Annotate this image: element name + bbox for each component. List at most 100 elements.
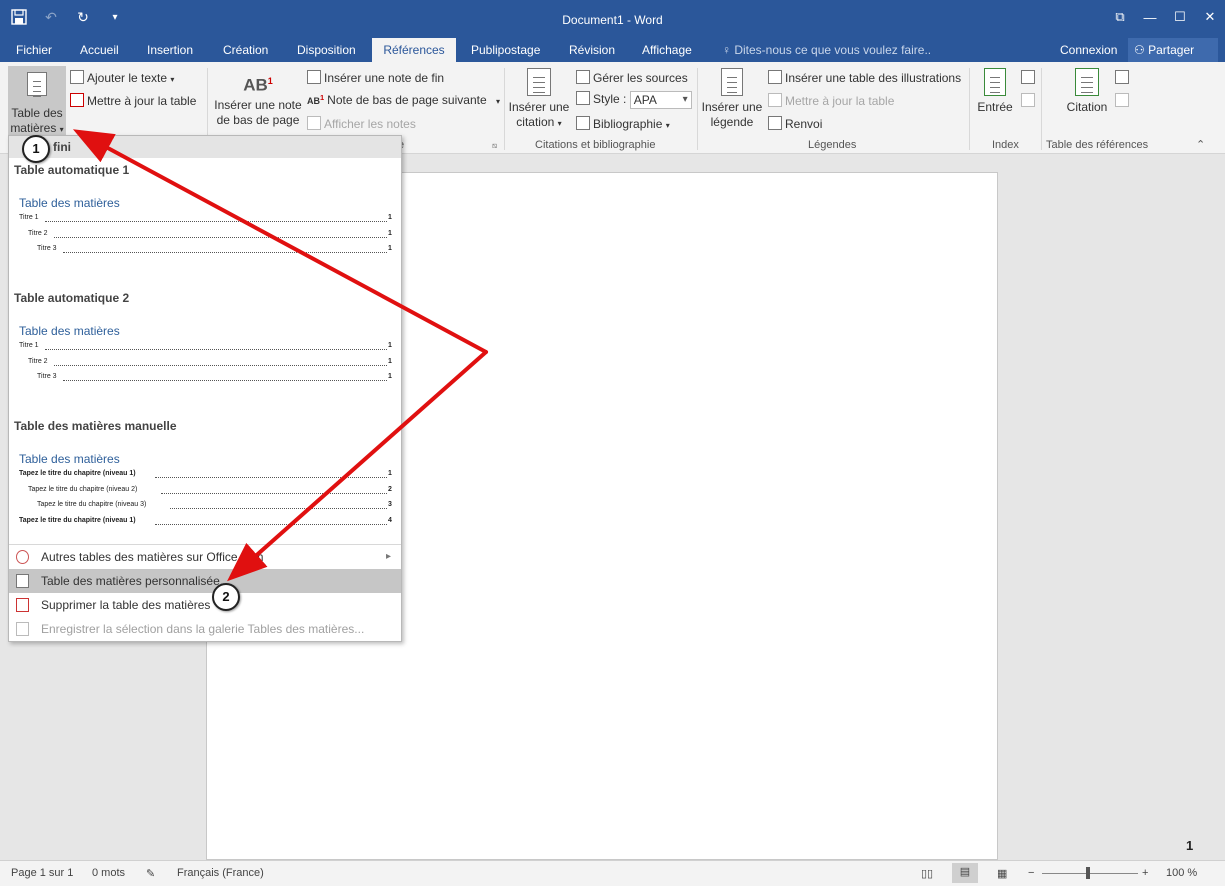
share-button[interactable]: ⚇ Partager [1128,38,1218,62]
page-indicator[interactable]: Page 1 sur 1 [11,867,73,879]
add-text-button[interactable]: Ajouter le texte ▾ [70,70,174,85]
insert-caption-label-1: Insérer une [701,100,763,114]
web-layout-icon[interactable]: ▦ [997,867,1007,880]
status-bar: Page 1 sur 1 0 mots ✎ Français (France) … [0,860,1225,886]
vertical-scrollbar[interactable] [1208,155,1225,860]
insert-caption-button[interactable]: Insérer une légende [701,68,763,130]
group-separator [697,68,698,150]
toc-preview-page: 2 [388,486,392,493]
share-label: Partager [1148,43,1195,57]
zoom-out-icon[interactable]: − [1028,867,1034,879]
toc-dots [45,349,387,350]
toc-icon [27,72,47,96]
minimize-icon[interactable]: — [1135,0,1165,34]
lightbulb-icon: ♀ [722,43,735,57]
tab-affichage[interactable]: Affichage [632,38,702,62]
bibliography-button[interactable]: Bibliographie ▾ [576,116,670,131]
add-text-label: Ajouter le texte [87,71,168,85]
toc-preview-line: Tapez le titre du chapitre (niveau 3) [37,501,147,508]
remove-toc-item[interactable]: Supprimer la table des matières [9,593,401,617]
toc-preview-page: 1 [388,230,392,237]
tab-fichier[interactable]: Fichier [6,38,62,62]
manual-table-preview[interactable]: Table des matières Tapez le titre du cha… [9,437,401,542]
proofing-icon[interactable]: ✎ [146,867,155,880]
caption-icon [721,68,743,96]
update-authorities-icon[interactable] [1115,93,1132,108]
tab-revision[interactable]: Révision [559,38,625,62]
tab-accueil[interactable]: Accueil [70,38,129,62]
toc-preview-page: 1 [388,214,392,221]
close-icon[interactable]: ✕ [1195,0,1225,34]
custom-toc-item[interactable]: Table des matières personnalisée... [9,569,401,593]
toc-preview-line: Titre 3 [37,245,57,252]
citations-group-label: Citations et bibliographie [535,139,656,151]
maximize-icon[interactable]: ☐ [1165,0,1195,34]
ribbon-display-options-icon[interactable]: ⧉ [1105,0,1135,34]
insert-footnote-label-2: de bas de page [216,113,300,127]
style-dropdown[interactable]: APA [629,91,692,109]
toc-preview-line: Titre 1 [19,214,39,221]
insert-index-icon[interactable] [1021,70,1038,85]
manage-sources-button[interactable]: Gérer les sources [576,70,688,85]
insert-citation-button[interactable]: Insérer une citation ▾ [508,68,570,131]
toc-preview-line: Tapez le titre du chapitre (niveau 1) [19,470,136,477]
tab-publipostage[interactable]: Publipostage [461,38,550,62]
toc-dropdown-menu: fini Table automatique 1 Table des matiè… [8,135,402,642]
print-layout-icon[interactable]: ▤ [952,863,978,883]
tab-references[interactable]: Références [372,38,456,62]
mark-citation-button[interactable]: Citation [1062,68,1112,115]
window-controls: ⧉ — ☐ ✕ [1105,0,1225,34]
save-selection-gallery-item[interactable]: Enregistrer la sélection dans la galerie… [9,617,401,641]
table-of-contents-button[interactable]: Table des matières ▾ [8,66,66,136]
index-group-label: Index [992,139,1019,151]
language-indicator[interactable]: Français (France) [177,867,264,879]
insert-endnote-button[interactable]: Insérer une note de fin [307,70,444,85]
tab-creation[interactable]: Création [213,38,278,62]
insert-footnote-button[interactable]: AB1 Insérer une note de bas de page [212,74,304,128]
update-index-icon[interactable] [1021,93,1038,108]
captions-group-label: Légendes [808,139,857,151]
group-separator [969,68,970,150]
read-mode-icon[interactable]: ▯▯ [921,867,933,880]
show-notes-button[interactable]: Afficher les notes [307,116,416,131]
dialog-launcher-icon[interactable]: ⧅ [492,141,497,151]
remove-toc-label: Supprimer la table des matières [41,598,211,612]
insert-table-of-figures-button[interactable]: Insérer une table des illustrations [768,70,961,85]
save-gallery-icon [16,622,29,636]
collapse-ribbon-icon[interactable]: ⌃ [1196,138,1205,151]
toc-preview-line: Tapez le titre du chapitre (niveau 1) [19,517,136,524]
bibliography-icon [576,116,590,130]
mark-entry-button[interactable]: Entrée [975,68,1015,115]
zoom-slider-thumb[interactable] [1086,867,1090,879]
gallery-scroll-fade [9,534,401,542]
annotation-badge-2: 2 [212,583,240,611]
cross-reference-button[interactable]: Renvoi [768,116,822,131]
window-title: Document1 - Word [562,13,663,27]
next-footnote-button[interactable]: AB1 Note de bas de page suivante ▾ [307,93,500,107]
toc-preview-page: 1 [388,373,392,380]
tab-insertion[interactable]: Insertion [137,38,203,62]
tab-disposition[interactable]: Disposition [287,38,366,62]
toc-preview-page: 4 [388,517,392,524]
toc-dots [45,221,387,222]
submenu-arrow-icon: ▸ [385,551,391,562]
word-count[interactable]: 0 mots [92,867,125,879]
tell-me-box[interactable]: ♀ Dites-nous ce que vous voulez faire.. [722,38,931,62]
zoom-level[interactable]: 100 % [1166,867,1197,879]
insert-authorities-icon[interactable] [1115,70,1132,85]
show-notes-label: Afficher les notes [324,117,416,131]
update-table-button[interactable]: Mettre à jour la table [70,93,196,108]
toc-preview-page: 1 [388,342,392,349]
auto-table-1-preview[interactable]: Table des matières Titre 1 1 Titre 2 1 T… [9,181,401,259]
group-separator [504,68,505,150]
cross-reference-label: Renvoi [785,117,823,131]
more-toc-office-com[interactable]: Autres tables des matières sur Office.co… [9,545,401,569]
zoom-in-icon[interactable]: + [1142,867,1148,879]
auto-table-2-preview[interactable]: Table des matières Titre 1 1 Titre 2 1 T… [9,309,401,387]
next-footnote-label: Note de bas de page suivante [327,93,487,107]
sign-in-link[interactable]: Connexion [1060,38,1117,62]
mark-citation-label: Citation [1066,100,1108,114]
update-figures-table-button[interactable]: Mettre à jour la table [768,93,894,108]
authorities-group-label: Table des références [1046,139,1149,151]
zoom-slider[interactable] [1042,873,1138,874]
